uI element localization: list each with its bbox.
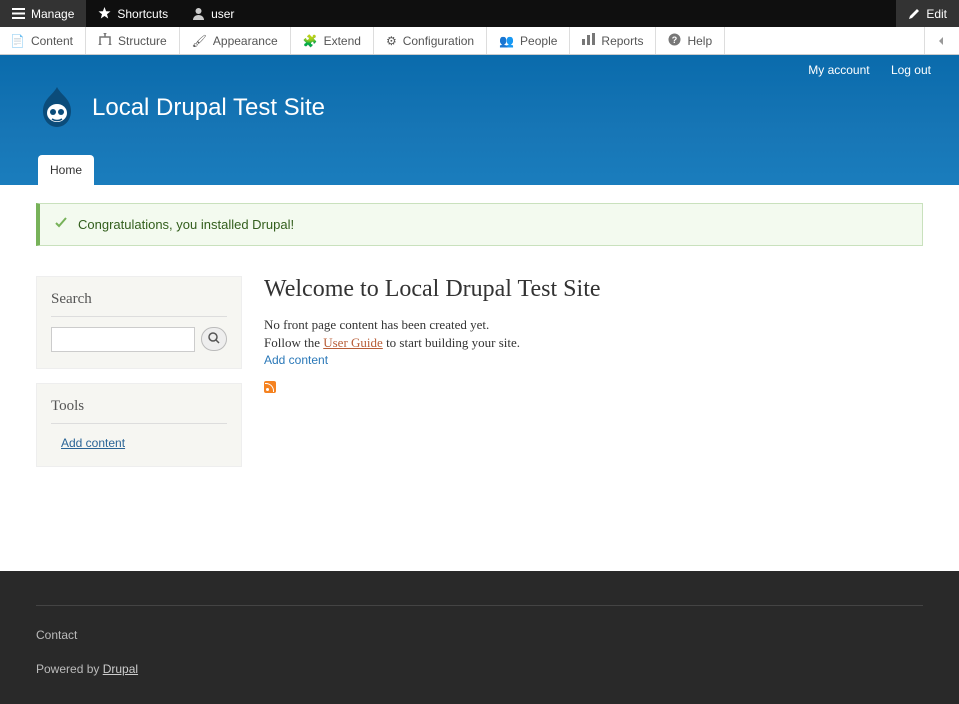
shortcuts-button[interactable]: Shortcuts [86,0,180,27]
admin-extend[interactable]: 🧩Extend [291,27,374,54]
contact-link[interactable]: Contact [36,628,77,642]
pencil-icon [908,8,920,20]
tools-heading: Tools [51,398,227,424]
drupal-logo-icon [36,85,78,131]
admin-menu: 📄Content Structure 🖌Appearance 🧩Extend ⚙… [0,27,959,55]
search-button[interactable] [201,327,227,351]
site-footer: Contact Powered by Drupal [0,571,959,704]
admin-content[interactable]: 📄Content [0,27,86,54]
search-block: Search [36,276,242,369]
drupal-link[interactable]: Drupal [103,662,138,676]
admin-people[interactable]: 👥People [487,27,570,54]
status-text: Congratulations, you installed Drupal! [78,217,294,232]
follow-text: Follow the User Guide to start building … [264,335,923,351]
top-toolbar: Manage Shortcuts user Edit [0,0,959,27]
bars-icon [582,33,595,48]
user-links: My account Log out [790,63,931,77]
manage-button[interactable]: Manage [0,0,86,27]
admin-help[interactable]: ?Help [656,27,725,54]
add-content-link[interactable]: Add content [264,353,923,367]
search-icon [208,331,220,347]
powered-by: Powered by Drupal [36,662,923,676]
no-content-text: No front page content has been created y… [264,317,923,333]
edit-label: Edit [926,7,947,21]
manage-label: Manage [31,7,74,21]
rss-icon[interactable] [264,381,276,393]
user-label: user [211,7,234,21]
svg-text:?: ? [672,35,678,45]
hamburger-icon [12,8,25,19]
people-icon: 👥 [499,34,514,48]
checkmark-icon [54,216,68,233]
search-input[interactable] [51,327,195,352]
footer-divider [36,605,923,606]
shortcuts-label: Shortcuts [117,7,168,21]
user-guide-link[interactable]: User Guide [323,335,383,350]
help-icon: ? [668,33,681,49]
tab-home[interactable]: Home [38,155,94,185]
admin-collapse[interactable] [924,27,959,54]
search-heading: Search [51,291,227,317]
star-icon [98,7,111,20]
admin-configuration[interactable]: ⚙Configuration [374,27,487,54]
brush-icon: 🖌 [192,34,207,48]
tools-block: Tools Add content [36,383,242,467]
gear-icon: ⚙ [386,34,397,48]
status-message: Congratulations, you installed Drupal! [36,203,923,246]
admin-reports[interactable]: Reports [570,27,656,54]
site-name[interactable]: Local Drupal Test Site [92,94,325,122]
my-account-link[interactable]: My account [808,63,869,77]
admin-structure[interactable]: Structure [86,27,180,54]
admin-appearance[interactable]: 🖌Appearance [180,27,291,54]
user-button[interactable]: user [180,0,246,27]
user-icon [192,7,205,20]
file-icon: 📄 [10,34,25,48]
structure-icon [98,33,112,48]
puzzle-icon: 🧩 [303,34,318,48]
edit-button[interactable]: Edit [896,0,959,27]
site-header: My account Log out Local Drupal Test Sit… [0,55,959,185]
log-out-link[interactable]: Log out [891,63,931,77]
tools-add-content-link[interactable]: Add content [51,436,125,450]
page-title: Welcome to Local Drupal Test Site [264,276,923,303]
